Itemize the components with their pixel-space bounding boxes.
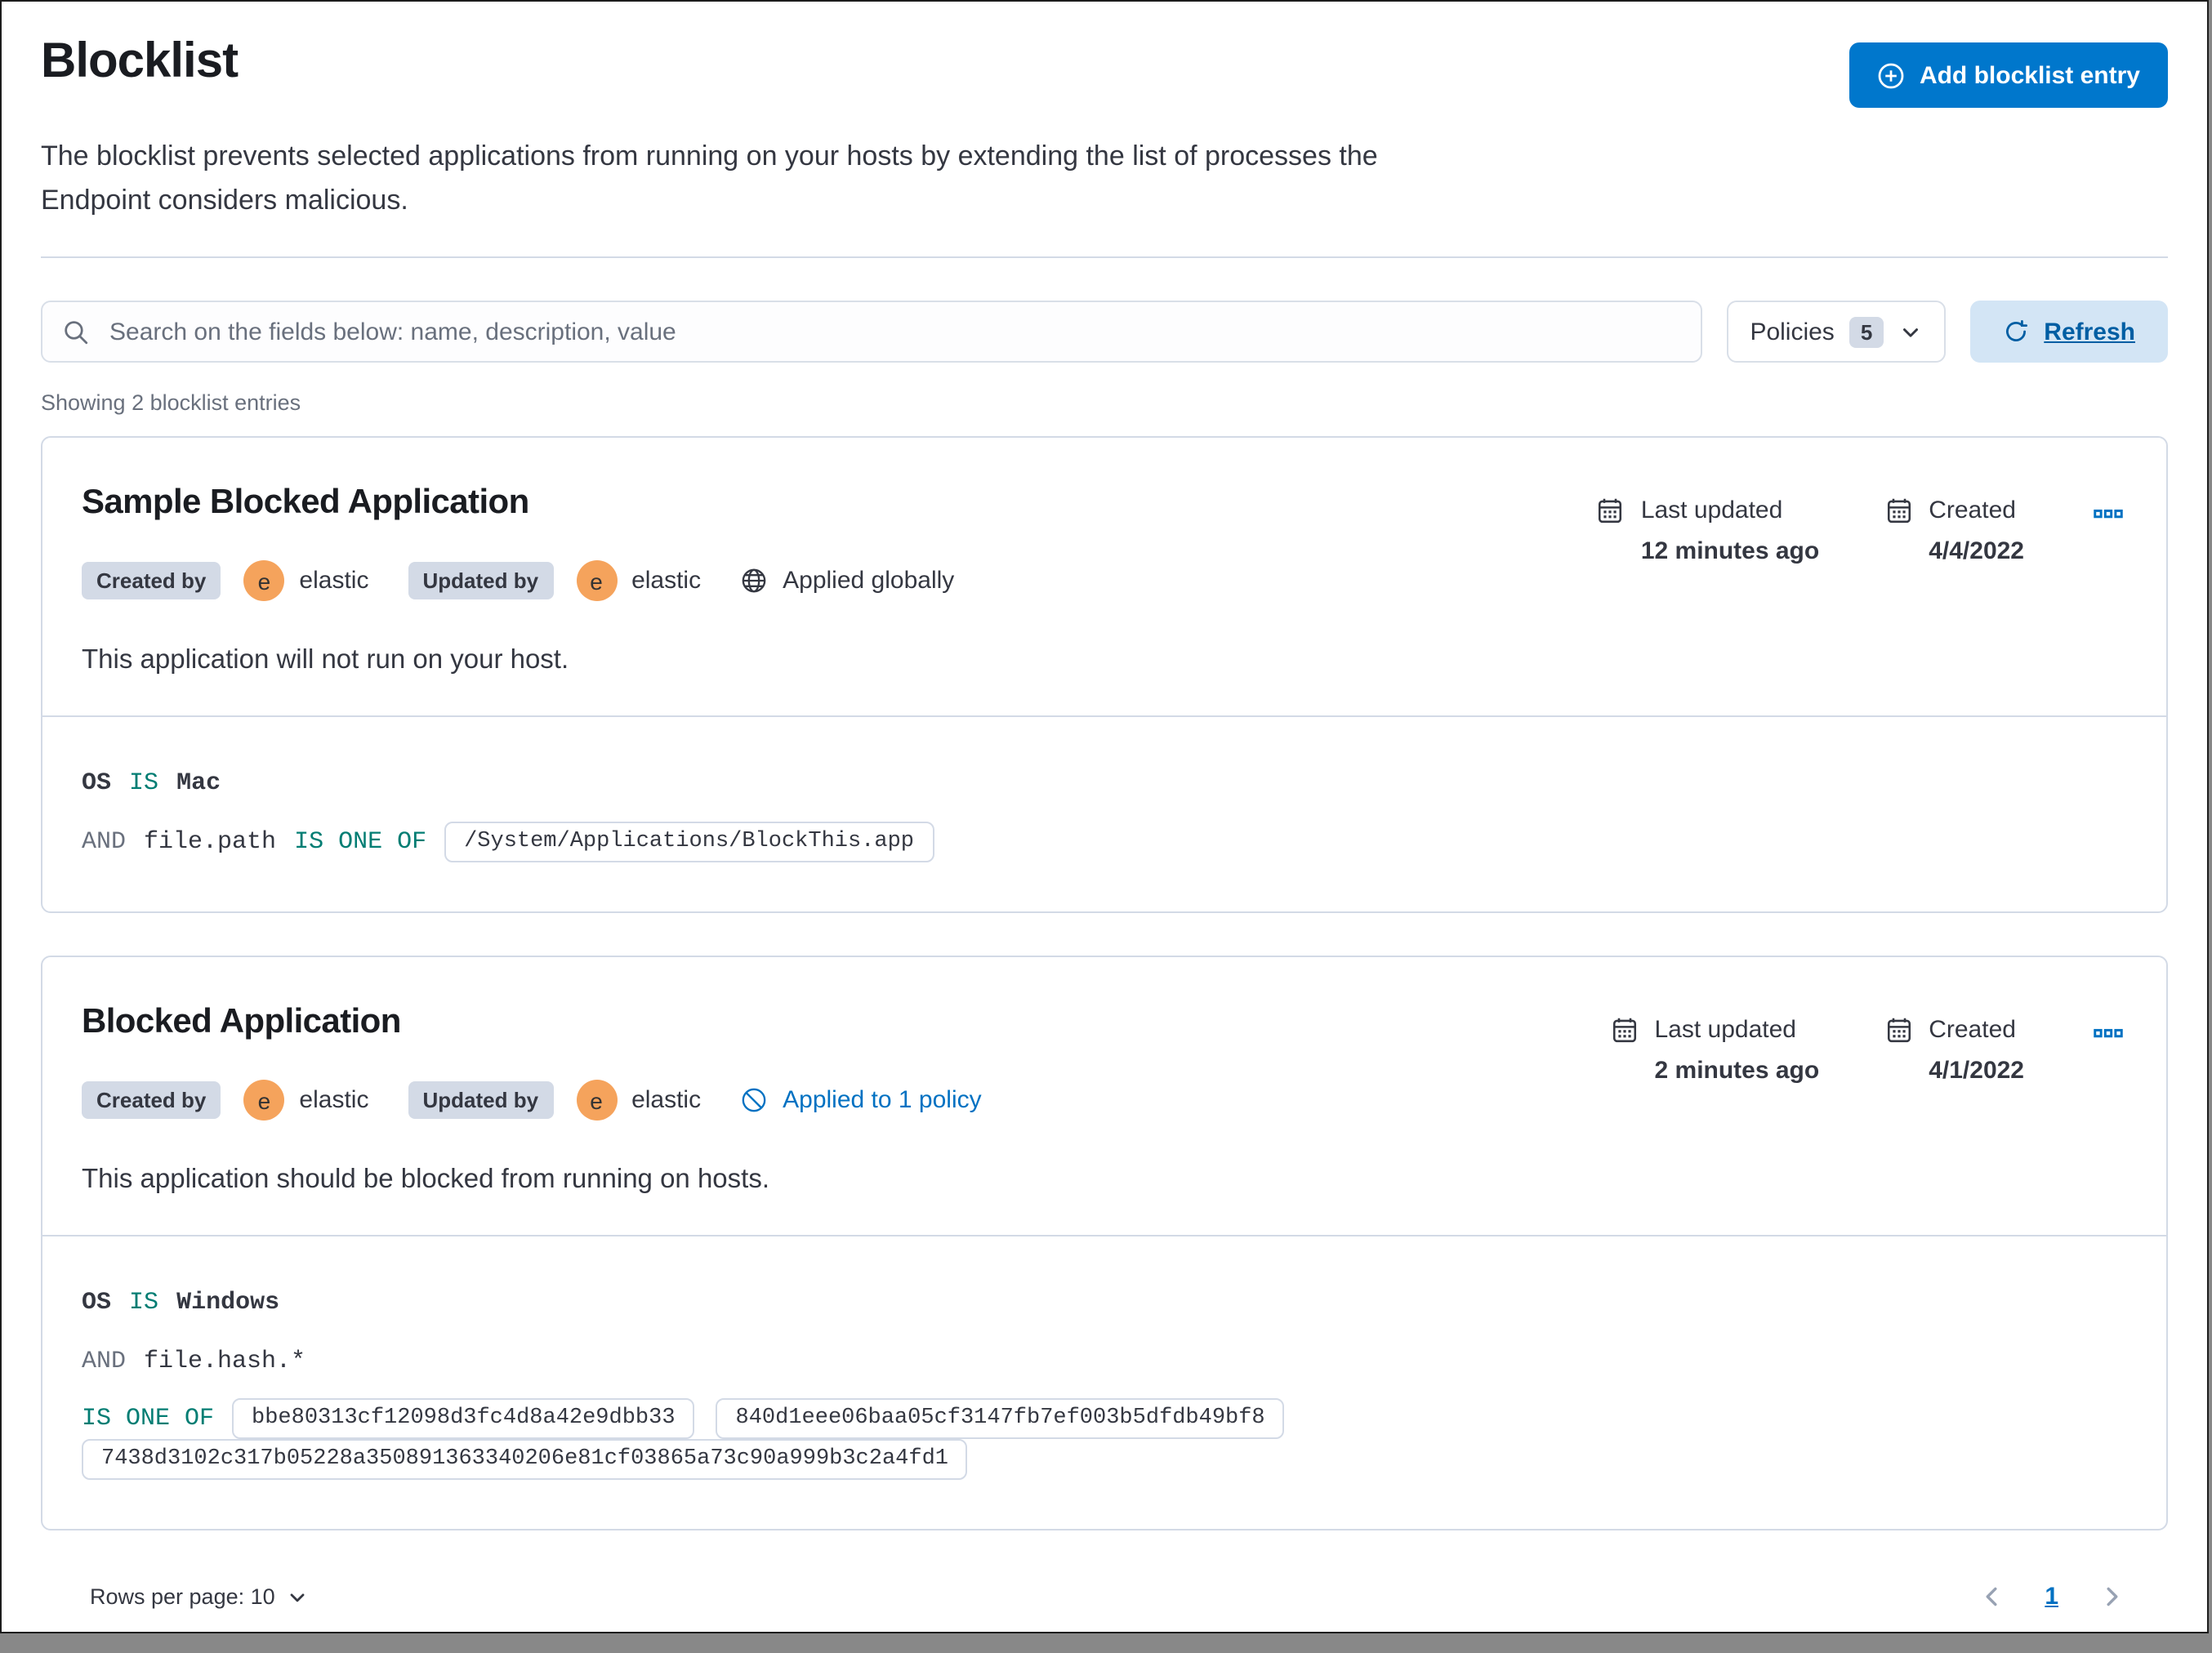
partial-policy-icon <box>740 1086 768 1114</box>
criteria-line: AND file.path IS ONE OF/System/Application… <box>82 820 2127 862</box>
calendar-icon <box>1884 497 1912 524</box>
criteria-field: Windows <box>176 1288 280 1316</box>
updated-by-avatar: e <box>576 1080 618 1121</box>
globe-icon <box>740 567 768 595</box>
created-label: Created <box>1929 1016 2016 1044</box>
applied-policy-link[interactable]: Applied to 1 policy <box>740 1086 982 1114</box>
updated-by-badge: Updated by <box>408 1081 554 1119</box>
entry-description: This application will not run on your ho… <box>82 645 569 675</box>
rows-per-page-button[interactable]: Rows per page: 10 <box>80 1583 319 1611</box>
scope-label: Applied to 1 policy <box>783 1086 982 1114</box>
criteria-line: AND file.hash.* <box>82 1339 2127 1382</box>
entry-badges-row: Created by e elastic Updated by e elasti… <box>82 1080 982 1121</box>
blocklist-entry-card: Sample Blocked Application Created by e … <box>41 436 2168 913</box>
toolbar: Policies 5 Refresh <box>41 301 2168 363</box>
showing-count-text: Showing 2 blocklist entries <box>41 390 301 415</box>
calendar-icon <box>1611 1016 1639 1044</box>
policies-label: Policies <box>1750 318 1835 345</box>
criteria-field: OS <box>82 1288 112 1316</box>
criteria-field: OS <box>82 769 112 796</box>
created-by-avatar: e <box>243 560 285 601</box>
boxes-horizontal-icon <box>2093 500 2124 528</box>
calendar-icon <box>1597 497 1625 524</box>
entry-actions-button[interactable] <box>2089 1016 2127 1049</box>
page-header: Blocklist Add blocklist entry <box>41 2 2168 108</box>
last-updated-label: Last updated <box>1654 1016 1797 1044</box>
page-description: The blocklist prevents selected applicat… <box>41 140 1378 216</box>
criteria-operator: IS ONE OF <box>82 1405 215 1432</box>
entry-title: Sample Blocked Application <box>82 483 529 521</box>
header-divider <box>41 256 2168 258</box>
last-updated-value: 12 minutes ago <box>1640 537 1820 565</box>
chevron-down-icon <box>1898 319 1923 344</box>
calendar-icon <box>1884 1016 1912 1044</box>
entry-badges-row: Created by e elastic Updated by e elasti… <box>82 560 954 601</box>
criteria-conjunction: AND <box>82 827 127 855</box>
search-box <box>41 301 1703 363</box>
search-icon <box>62 318 90 345</box>
created-value: 4/1/2022 <box>1929 1057 2024 1085</box>
entry-actions-button[interactable] <box>2089 497 2127 529</box>
policies-count-badge: 5 <box>1849 316 1884 347</box>
entry-description: This application should be blocked from … <box>82 1165 769 1194</box>
refresh-button[interactable]: Refresh <box>1970 301 2168 363</box>
created-by-badge: Created by <box>82 1081 221 1119</box>
criteria-value-pill: /System/Applications/BlockThis.app <box>444 821 934 862</box>
rows-per-page-label: Rows per page: 10 <box>90 1584 275 1609</box>
add-blocklist-entry-button[interactable]: Add blocklist entry <box>1849 42 2168 108</box>
criteria-value-pill: 840d1eee06baa05cf3147fb7ef003b5dfdb49bf8 <box>716 1398 1285 1439</box>
last-updated-value: 2 minutes ago <box>1654 1057 1820 1085</box>
page-title: Blocklist <box>41 34 239 88</box>
criteria-field: file.hash.* <box>144 1347 306 1375</box>
plus-in-circle-icon <box>1877 61 1905 89</box>
created-by-user: elastic <box>299 567 369 595</box>
criteria-value-pill: 7438d3102c317b05228a350891363340206e81cf… <box>82 1439 968 1480</box>
criteria-operator: IS <box>129 769 159 796</box>
created-meta: Created 4/4/2022 <box>1884 497 2024 565</box>
blocklist-entry-card: Blocked Application Created by e elastic… <box>41 956 2168 1530</box>
created-by-avatar: e <box>243 1080 285 1121</box>
criteria-field: Mac <box>176 769 221 796</box>
criteria-line: OS IS Windows <box>82 1281 2127 1323</box>
last-updated-label: Last updated <box>1640 497 1783 524</box>
blocklist-page: Blocklist Add blocklist entry The blockl… <box>0 0 2209 1633</box>
criteria-operator: IS <box>129 1288 159 1316</box>
created-value: 4/4/2022 <box>1929 537 2024 565</box>
last-updated-meta: Last updated 2 minutes ago <box>1611 1016 1820 1085</box>
criteria-line: OS IS Mac <box>82 761 2127 804</box>
criteria-value-pill: bbe80313cf12098d3fc4d8a42e9dbb33 <box>232 1398 695 1439</box>
updated-by-avatar: e <box>576 560 618 601</box>
blocklist-entries: Sample Blocked Application Created by e … <box>41 436 2168 1530</box>
refresh-icon <box>2003 319 2029 345</box>
entry-scope: Applied globally <box>740 567 954 595</box>
page-number-button[interactable]: 1 <box>2035 1581 2068 1612</box>
last-updated-meta: Last updated 12 minutes ago <box>1597 497 1819 565</box>
entry-criteria: OS IS Mac AND file.path IS ONE OF/System/Appl… <box>42 717 2166 911</box>
next-page-button[interactable] <box>2094 1579 2129 1614</box>
criteria-field: file.path <box>144 827 277 855</box>
add-button-label: Add blocklist entry <box>1919 61 2140 89</box>
created-by-user: elastic <box>299 1086 369 1114</box>
pagination: 1 <box>1974 1579 2129 1614</box>
policies-filter-button[interactable]: Policies 5 <box>1727 301 1947 363</box>
updated-by-badge: Updated by <box>408 562 554 599</box>
criteria-operator: IS ONE OF <box>294 827 427 855</box>
refresh-label: Refresh <box>2044 318 2135 345</box>
entry-title: Blocked Application <box>82 1003 401 1040</box>
updated-by-user: elastic <box>631 1086 702 1114</box>
previous-page-button[interactable] <box>1974 1579 2009 1614</box>
search-input[interactable] <box>106 316 1682 347</box>
table-footer: Rows per page: 10 1 <box>41 1530 2168 1653</box>
boxes-horizontal-icon <box>2093 1019 2124 1047</box>
created-meta: Created 4/1/2022 <box>1884 1016 2024 1085</box>
updated-by-user: elastic <box>631 567 702 595</box>
criteria-line: IS ONE OF bbe80313cf12098d3fc4d8a42e9dbb3… <box>82 1398 2127 1480</box>
created-by-badge: Created by <box>82 562 221 599</box>
created-label: Created <box>1929 497 2016 524</box>
entry-criteria: OS IS Windows AND file.hash.* IS ONE OF bbe803… <box>42 1236 2166 1529</box>
criteria-conjunction: AND <box>82 1347 127 1375</box>
scope-label: Applied globally <box>783 567 955 595</box>
chevron-down-icon <box>287 1585 310 1608</box>
